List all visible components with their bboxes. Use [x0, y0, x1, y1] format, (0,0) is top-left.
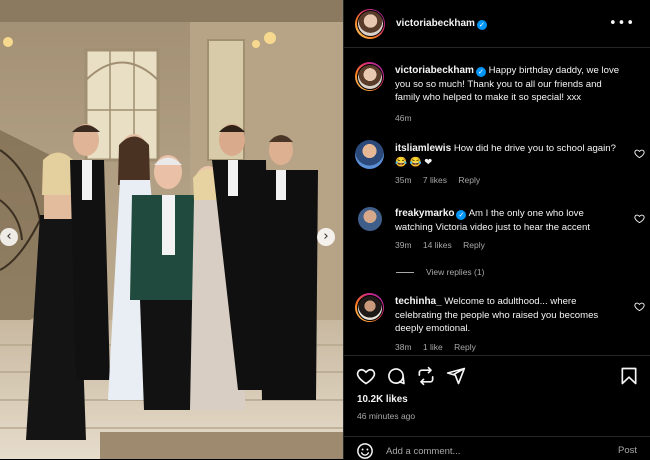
bookmark-icon[interactable]	[619, 366, 639, 386]
reply-button[interactable]: Reply	[454, 342, 476, 352]
heart-icon[interactable]	[634, 213, 645, 224]
more-options-button[interactable]: •••	[609, 16, 635, 31]
commenter-avatar[interactable]	[358, 207, 382, 231]
comment-meta: 35m 7 likes Reply	[395, 175, 489, 185]
comment-likes-count[interactable]: 14 likes	[423, 240, 452, 250]
view-replies-label: View replies (1)	[426, 267, 485, 277]
heart-icon[interactable]	[634, 301, 645, 312]
emoji-icon[interactable]	[356, 442, 374, 460]
caption-time: 46m	[395, 113, 412, 123]
view-replies-line	[396, 271, 414, 273]
comment-item: freakymarko ✓ Am I the only one who love …	[355, 205, 645, 265]
comment-meta: 38m 1 like Reply	[395, 342, 485, 352]
comment-likes-count[interactable]: 7 likes	[423, 175, 447, 185]
verified-badge-icon: ✓	[476, 19, 487, 30]
reply-button[interactable]: Reply	[463, 240, 485, 250]
caption: victoriabeckham ✓ Happy birthday daddy, w…	[355, 62, 645, 132]
action-bar	[344, 355, 650, 395]
verified-badge-icon: ✓	[456, 210, 467, 220]
author-avatar[interactable]	[355, 8, 385, 39]
reply-button[interactable]: Reply	[458, 175, 480, 185]
family-photo-illustration	[0, 0, 343, 459]
comment-time: 39m	[395, 240, 412, 250]
post-photo[interactable]: ‹ ›	[0, 0, 343, 459]
post-details-panel: victoriabeckham ✓ ••• victoriabeckham ✓ Ha…	[343, 0, 650, 459]
comment-likes-count[interactable]: 1 like	[423, 342, 443, 352]
add-comment-bar: Post	[344, 436, 650, 459]
comment-input[interactable]	[386, 443, 596, 459]
comment-item: techinha_ Welcome to adulthood... where …	[355, 293, 645, 353]
view-replies-button[interactable]: View replies (1)	[396, 267, 484, 277]
comment-body: freakymarko ✓ Am I the only one who love …	[395, 207, 623, 234]
caption-meta: 46m	[395, 113, 421, 123]
likes-count[interactable]: 10.2K likes	[357, 394, 408, 405]
comment-icon[interactable]	[386, 366, 406, 386]
caption-body: victoriabeckham ✓ Happy birthday daddy, w…	[395, 64, 623, 105]
comment-time: 38m	[395, 342, 412, 352]
commenter-avatar[interactable]	[355, 140, 384, 169]
comment-time: 35m	[395, 175, 412, 185]
post-header: victoriabeckham ✓ •••	[344, 0, 650, 48]
verified-badge-icon: ✓	[475, 67, 486, 77]
comment-username[interactable]: freakymarko	[395, 208, 454, 219]
commenter-avatar[interactable]	[355, 293, 384, 322]
carousel-prev-button[interactable]: ‹	[0, 228, 18, 246]
comment-item: itsliamlewis How did he drive you to sch…	[355, 140, 645, 190]
instagram-post: ‹ › victoriabeckham ✓ ••• victoriabeckham…	[0, 0, 650, 459]
caption-username[interactable]: victoriabeckham	[395, 65, 474, 76]
send-icon[interactable]	[446, 366, 466, 386]
comments-list[interactable]: victoriabeckham ✓ Happy birthday daddy, w…	[344, 49, 650, 354]
share-icon[interactable]	[416, 366, 436, 386]
heart-icon[interactable]	[634, 148, 645, 159]
caption-avatar[interactable]	[355, 62, 384, 91]
comment-username[interactable]: techinha_	[395, 296, 442, 307]
comment-meta: 39m 14 likes Reply	[395, 240, 494, 250]
carousel-next-button[interactable]: ›	[317, 228, 335, 246]
comment-body: techinha_ Welcome to adulthood... where …	[395, 295, 623, 336]
heart-icon[interactable]	[356, 366, 376, 386]
post-timestamp: 46 minutes ago	[357, 411, 416, 421]
comment-username[interactable]: itsliamlewis	[395, 143, 451, 154]
author-username[interactable]: victoriabeckham	[396, 18, 475, 29]
post-comment-button[interactable]: Post	[618, 445, 637, 456]
comment-body: itsliamlewis How did he drive you to sch…	[395, 142, 623, 169]
